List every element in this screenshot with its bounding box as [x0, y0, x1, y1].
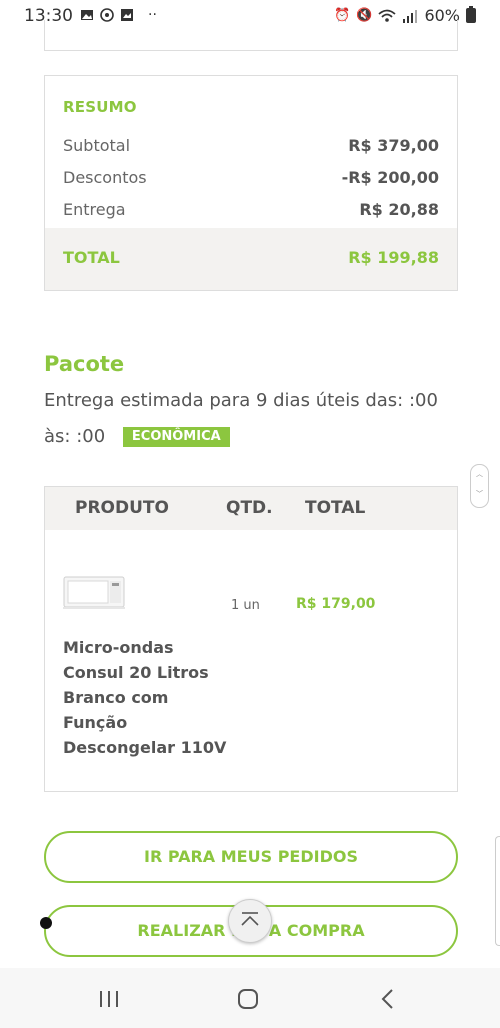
touch-indicator-dot: [40, 917, 52, 929]
total-value: R$ 199,88: [348, 248, 439, 267]
side-panel-edge: [495, 836, 500, 946]
summary-label: Entrega: [63, 200, 126, 219]
summary-value: -R$ 200,00: [341, 168, 439, 187]
android-nav-bar: [0, 968, 500, 1028]
chevron-down-icon: ﹀: [476, 490, 483, 498]
chevron-up-icon: ︿: [476, 470, 483, 478]
back-icon[interactable]: [374, 986, 404, 1012]
summary-value: R$ 20,88: [359, 200, 439, 219]
summary-label: Descontos: [63, 168, 147, 187]
column-header-product: PRODUTO: [75, 498, 169, 518]
total-label: TOTAL: [63, 248, 120, 267]
product-qty: 1 un: [231, 598, 260, 613]
products-table: PRODUTO QTD. TOTAL 1 un R$ 179,00 Micro-…: [44, 486, 458, 792]
product-name[interactable]: Micro-ondas Consul 20 Litros Branco com …: [63, 635, 233, 760]
column-header-total: TOTAL: [305, 498, 366, 518]
previous-section-box: [44, 20, 458, 51]
delivery-estimate-text: Entrega estimada para 9 dias úteis das: …: [44, 390, 438, 447]
microwave-thumbnail[interactable]: [63, 575, 125, 609]
home-icon[interactable]: [233, 986, 263, 1012]
recent-apps-icon[interactable]: [94, 986, 124, 1012]
summary-row-discounts: Descontos -R$ 200,00: [63, 168, 439, 192]
summary-card: RESUMO Subtotal R$ 379,00 Descontos -R$ …: [44, 75, 458, 291]
package-delivery: Entrega estimada para 9 dias úteis das: …: [44, 383, 464, 455]
package-title: Pacote: [44, 352, 125, 376]
product-total: R$ 179,00: [296, 596, 376, 612]
summary-label: Subtotal: [63, 136, 131, 155]
table-header: PRODUTO QTD. TOTAL: [45, 487, 457, 530]
summary-row-subtotal: Subtotal R$ 379,00: [63, 136, 439, 160]
battery-icon: [466, 6, 476, 23]
column-header-qty: QTD.: [226, 498, 273, 518]
scroll-handle[interactable]: ︿ ﹀: [470, 464, 489, 508]
summary-value: R$ 379,00: [348, 136, 439, 155]
shipping-badge: ECONÔMICA: [122, 427, 230, 447]
my-orders-button[interactable]: IR PARA MEUS PEDIDOS: [44, 831, 458, 883]
arrow-up-icon: [241, 912, 259, 926]
summary-total-row: TOTAL R$ 199,88: [45, 228, 457, 290]
scroll-to-top-button[interactable]: [228, 899, 272, 943]
summary-title: RESUMO: [63, 98, 137, 116]
summary-row-delivery: Entrega R$ 20,88: [63, 200, 439, 224]
